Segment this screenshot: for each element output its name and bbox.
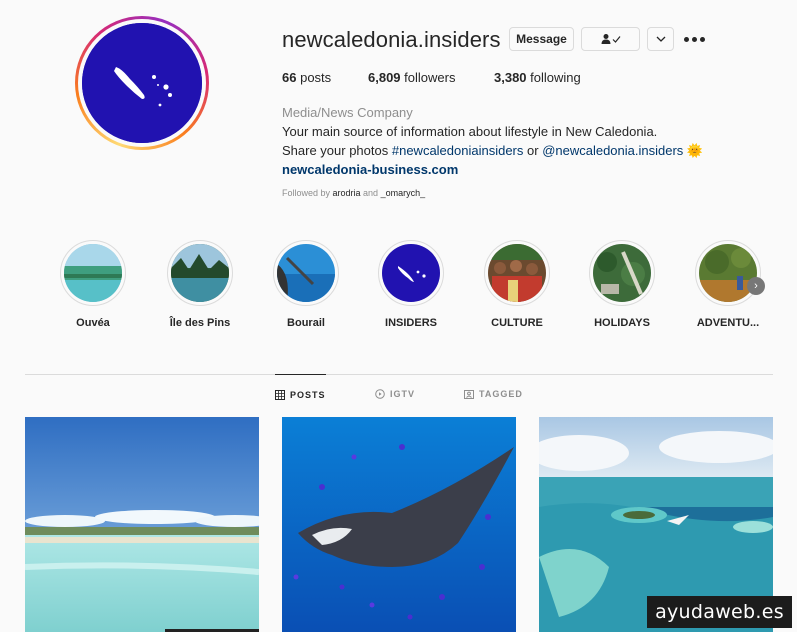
user-check-icon	[601, 34, 620, 44]
highlight-label: Bourail	[287, 317, 325, 329]
highlight-label: Île des Pins	[169, 317, 231, 329]
followers-stat[interactable]: 6,809 followers	[368, 70, 455, 85]
posts-stat: 66 posts	[282, 70, 331, 85]
highlight-ring	[378, 240, 444, 306]
followed-by-and: and	[360, 188, 381, 198]
highlight-ring	[60, 240, 126, 306]
tagged-icon	[464, 390, 474, 399]
bio-or-text: or	[523, 143, 543, 158]
highlight-insiders[interactable]: INSIDERS	[366, 240, 456, 329]
highlight-cover	[593, 244, 651, 302]
avatar-image	[82, 23, 202, 143]
following-button[interactable]	[581, 27, 640, 51]
following-count: 3,380	[494, 70, 527, 85]
followed-by-user-2: _omarych_	[380, 188, 426, 198]
bio-line-2: Share your photos #newcaledoniainsiders …	[282, 141, 703, 160]
tab-posts-label: POSTS	[290, 389, 326, 400]
igtv-icon	[375, 389, 385, 399]
highlight-cover	[64, 244, 122, 302]
followed-by-text[interactable]: Followed by arodria and _omarych_	[282, 188, 425, 198]
followers-label: followers	[404, 70, 456, 85]
highlight-ouvea[interactable]: Ouvéa	[48, 240, 138, 329]
suggestions-dropdown-button[interactable]	[647, 27, 674, 51]
highlight-ring	[484, 240, 550, 306]
highlight-culture[interactable]: CULTURE	[472, 240, 562, 329]
more-options-icon[interactable]	[684, 31, 706, 47]
tab-tagged-label: TAGGED	[479, 389, 523, 399]
highlight-ring	[695, 240, 761, 306]
tab-tagged[interactable]: TAGGED	[464, 374, 523, 414]
posts-count: 66	[282, 70, 297, 85]
highlight-ring	[273, 240, 339, 306]
following-stat[interactable]: 3,380 following	[494, 70, 581, 85]
manta-ray-photo	[282, 417, 516, 632]
highlight-label: Ouvéa	[76, 317, 110, 329]
highlight-label: ADVENTU...	[696, 317, 760, 329]
profile-bio: Media/News Company Your main source of i…	[282, 103, 703, 179]
grid-icon	[275, 389, 285, 400]
tab-igtv-label: IGTV	[390, 389, 416, 399]
sun-emoji: 🌞	[686, 143, 704, 158]
followed-by-user-1: arodria	[332, 188, 361, 198]
highlight-label: CULTURE	[491, 317, 543, 329]
highlight-bourail[interactable]: Bourail	[261, 240, 351, 329]
highlight-cover	[171, 244, 229, 302]
watermark: ayudaweb.es	[647, 596, 792, 628]
posts-label: posts	[300, 70, 332, 85]
hashtag-link[interactable]: #newcaledoniainsiders	[392, 143, 524, 158]
highlight-ring	[167, 240, 233, 306]
beach-photo	[25, 417, 259, 632]
highlights-next-arrow-icon[interactable]: ›	[747, 277, 765, 295]
profile-username: newcaledonia.insiders	[282, 27, 501, 52]
profile-category: Media/News Company	[282, 105, 413, 120]
followed-by-prefix: Followed by	[282, 188, 333, 198]
followers-count: 6,809	[368, 70, 401, 85]
highlight-label: INSIDERS	[385, 317, 437, 329]
profile-avatar[interactable]	[75, 16, 209, 150]
highlight-cover	[382, 244, 440, 302]
highlight-holidays[interactable]: HOLIDAYS	[577, 240, 667, 329]
tab-igtv[interactable]: IGTV	[375, 374, 415, 414]
message-button[interactable]: Message	[509, 27, 574, 51]
chevron-down-icon	[656, 36, 665, 42]
highlight-ring	[589, 240, 655, 306]
mention-link[interactable]: @newcaledonia.insiders	[542, 143, 683, 158]
bio-line-2-prefix: Share your photos	[282, 143, 392, 158]
highlight-ile-des-pins[interactable]: Île des Pins	[155, 240, 245, 329]
highlight-cover	[699, 244, 757, 302]
new-caledonia-map-icon	[82, 23, 202, 143]
post-thumbnail[interactable]	[282, 417, 516, 632]
highlight-cover	[488, 244, 546, 302]
website-link[interactable]: newcaledonia-business.com	[282, 160, 703, 179]
highlight-label: HOLIDAYS	[594, 317, 650, 329]
following-label: following	[530, 70, 581, 85]
bio-line-1: Your main source of information about li…	[282, 124, 658, 139]
tab-posts[interactable]: POSTS	[275, 374, 326, 414]
post-thumbnail[interactable]	[25, 417, 259, 632]
highlight-cover	[277, 244, 335, 302]
